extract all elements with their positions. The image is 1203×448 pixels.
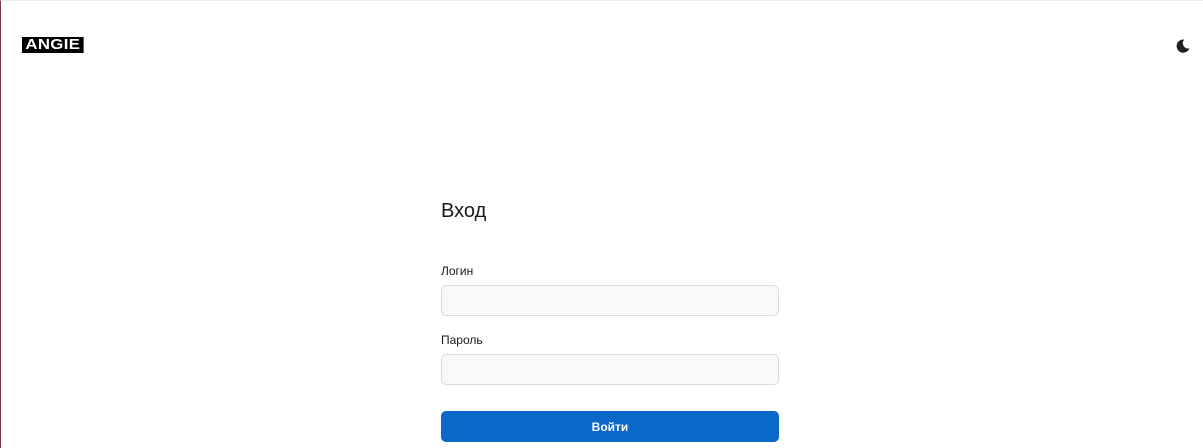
username-label: Логин: [441, 264, 474, 278]
username-input[interactable]: [441, 285, 779, 316]
angie-logo: ANGIE: [22, 37, 84, 53]
login-page: ANGIE Вход Логин Пароль Войти: [0, 0, 1203, 448]
moon-icon: [1176, 39, 1190, 53]
login-title: Вход: [441, 200, 487, 222]
theme-toggle-button[interactable]: [1175, 38, 1191, 54]
password-input[interactable]: [441, 354, 779, 385]
login-form: Вход Логин Пароль Войти: [441, 197, 779, 442]
password-label: Пароль: [441, 333, 483, 347]
login-submit-button[interactable]: Войти: [441, 411, 779, 442]
